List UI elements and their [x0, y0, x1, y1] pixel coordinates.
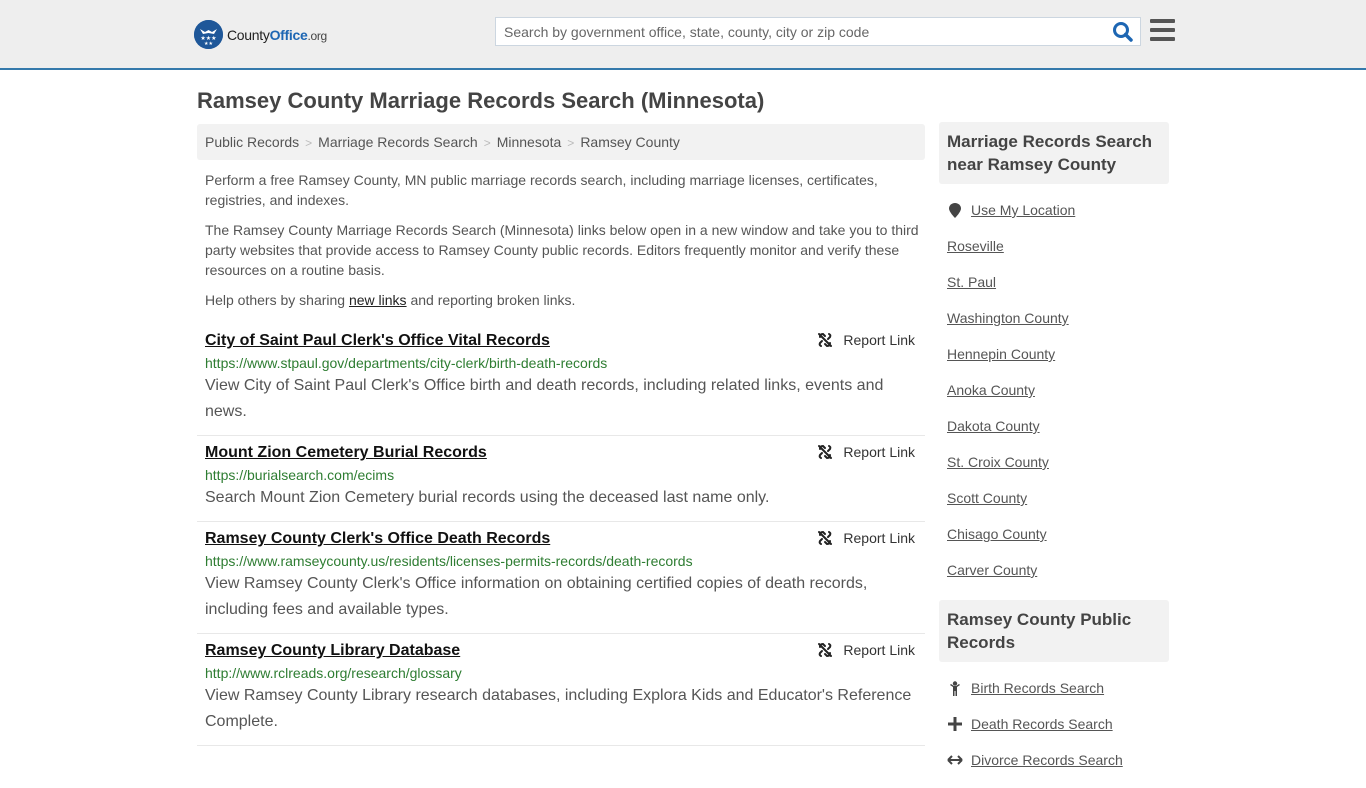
nearby-link[interactable]: Roseville: [947, 238, 1004, 254]
intro-paragraph: Perform a free Ramsey County, MN public …: [205, 172, 878, 208]
breadcrumb-ramsey-county[interactable]: Ramsey County: [580, 134, 680, 150]
result-url: https://burialsearch.com/ecims: [205, 467, 395, 483]
result-item: Ramsey County Clerk's Office Death Recor…: [197, 522, 925, 634]
eagle-stars-icon: ★★★ ★★: [194, 20, 223, 49]
intro-help: Help others by sharing new links and rep…: [205, 292, 576, 308]
nearby-item: St. Paul: [947, 264, 1161, 300]
logo[interactable]: ★★★ ★★ CountyOffice.org: [194, 20, 327, 49]
broken-link-icon: [818, 332, 833, 348]
breadcrumb-separator: >: [483, 136, 491, 150]
nearby-heading: Marriage Records Search near Ramsey Coun…: [939, 122, 1169, 184]
results-list: City of Saint Paul Clerk's Office Vital …: [197, 324, 925, 746]
death-records-link[interactable]: Death Records Search: [971, 716, 1113, 732]
result-item: Ramsey County Library Database Report Li…: [197, 634, 925, 746]
nearby-item: Anoka County: [947, 372, 1161, 408]
public-records-list: Birth Records Search Death Records Searc…: [939, 662, 1169, 778]
result-url: http://www.rclreads.org/research/glossar…: [205, 665, 462, 681]
breadcrumb-minnesota[interactable]: Minnesota: [497, 134, 562, 150]
broken-link-icon: [818, 530, 833, 546]
breadcrumb: Public Records > Marriage Records Search > M…: [197, 124, 925, 160]
nearby-list: Use My Location Roseville St. Paul Washi…: [939, 184, 1169, 588]
public-record-item: Birth Records Search: [947, 670, 1161, 706]
svg-text:★★: ★★: [204, 41, 213, 47]
sidebar: Marriage Records Search near Ramsey Coun…: [939, 122, 1169, 788]
breadcrumb-separator: >: [567, 136, 575, 150]
top-header: ★★★ ★★ CountyOffice.org: [0, 0, 1366, 70]
breadcrumb-separator: >: [305, 136, 313, 150]
use-my-location-link[interactable]: Use My Location: [971, 202, 1075, 218]
intro-paragraph: The Ramsey County Marriage Records Searc…: [205, 222, 919, 278]
search-button[interactable]: [1112, 21, 1134, 43]
nearby-item: Roseville: [947, 228, 1161, 264]
nearby-link[interactable]: Hennepin County: [947, 346, 1055, 362]
broken-link-icon: [818, 444, 833, 460]
report-link-button[interactable]: Report Link: [817, 642, 915, 658]
nearby-item: Dakota County: [947, 408, 1161, 444]
report-link-button[interactable]: Report Link: [817, 332, 915, 348]
nearby-link[interactable]: Carver County: [947, 562, 1037, 578]
map-marker-icon: [947, 202, 963, 218]
broken-link-icon: [818, 642, 833, 658]
nearby-item: Carver County: [947, 552, 1161, 588]
result-item: City of Saint Paul Clerk's Office Vital …: [197, 324, 925, 436]
result-title-link[interactable]: Ramsey County Library Database: [205, 640, 460, 662]
result-description: Search Mount Zion Cemetery burial record…: [205, 489, 770, 506]
report-link-button[interactable]: Report Link: [817, 444, 915, 460]
divorce-records-link[interactable]: Divorce Records Search: [971, 752, 1123, 768]
nearby-item: St. Croix County: [947, 444, 1161, 480]
public-record-item: Death Records Search: [947, 706, 1161, 742]
result-title-link[interactable]: Ramsey County Clerk's Office Death Recor…: [205, 528, 550, 550]
search-icon: [1113, 22, 1133, 42]
nearby-link[interactable]: Anoka County: [947, 382, 1035, 398]
cross-icon: [947, 717, 963, 731]
nearby-link[interactable]: Scott County: [947, 490, 1027, 506]
public-records-heading: Ramsey County Public Records: [939, 600, 1169, 662]
nearby-item: Chisago County: [947, 516, 1161, 552]
arrows-icon: [947, 755, 963, 765]
nearby-link[interactable]: St. Croix County: [947, 454, 1049, 470]
nearby-item: Hennepin County: [947, 336, 1161, 372]
result-description: View City of Saint Paul Clerk's Office b…: [205, 377, 884, 420]
intro-text: Perform a free Ramsey County, MN public …: [205, 170, 920, 320]
result-url: https://www.stpaul.gov/departments/city-…: [205, 355, 608, 371]
logo-text: CountyOffice.org: [227, 26, 327, 43]
result-title-link[interactable]: Mount Zion Cemetery Burial Records: [205, 442, 487, 464]
hamburger-menu-icon[interactable]: [1150, 19, 1175, 41]
new-links-link[interactable]: new links: [349, 292, 407, 308]
result-title-link[interactable]: City of Saint Paul Clerk's Office Vital …: [205, 330, 550, 352]
search-box: [495, 17, 1141, 46]
result-description: View Ramsey County Clerk's Office inform…: [205, 575, 868, 618]
nearby-link[interactable]: Chisago County: [947, 526, 1047, 542]
use-location-item: Use My Location: [947, 192, 1161, 228]
child-icon: [947, 680, 963, 696]
nearby-link[interactable]: St. Paul: [947, 274, 996, 290]
page-title: Ramsey County Marriage Records Search (M…: [197, 88, 765, 113]
public-record-item: Divorce Records Search: [947, 742, 1161, 778]
report-link-button[interactable]: Report Link: [817, 530, 915, 546]
result-item: Mount Zion Cemetery Burial Records Repor…: [197, 436, 925, 522]
nearby-link[interactable]: Dakota County: [947, 418, 1040, 434]
breadcrumb-marriage-records[interactable]: Marriage Records Search: [318, 134, 478, 150]
nearby-item: Washington County: [947, 300, 1161, 336]
nearby-item: Scott County: [947, 480, 1161, 516]
breadcrumb-public-records[interactable]: Public Records: [205, 134, 299, 150]
search-input[interactable]: [496, 18, 1096, 45]
birth-records-link[interactable]: Birth Records Search: [971, 680, 1104, 696]
result-description: View Ramsey County Library research data…: [205, 687, 912, 730]
result-url: https://www.ramseycounty.us/residents/li…: [205, 553, 693, 569]
nearby-link[interactable]: Washington County: [947, 310, 1069, 326]
